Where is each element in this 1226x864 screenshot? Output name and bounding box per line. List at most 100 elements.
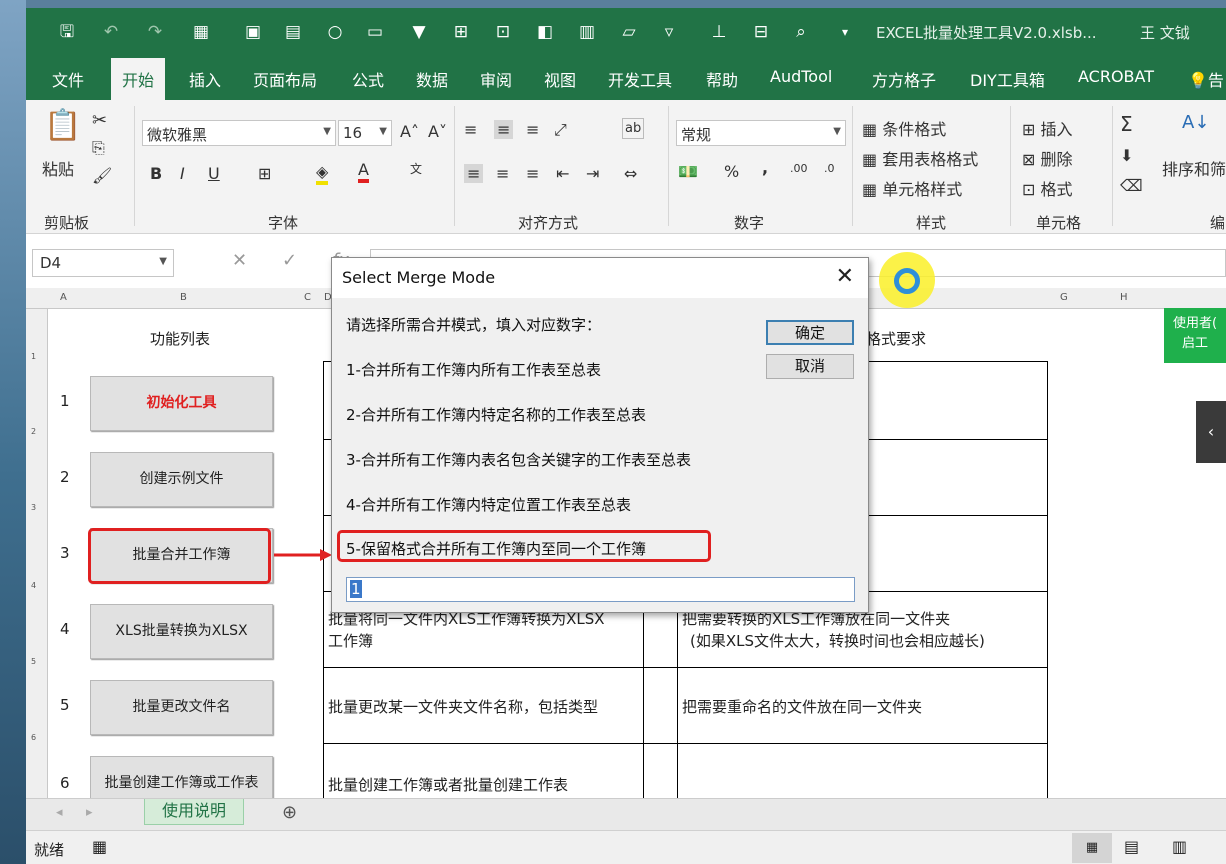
save-icon[interactable]: 🖫 [56, 21, 78, 43]
enter-icon[interactable]: ✓ [282, 250, 297, 271]
column-header-h[interactable]: H [1120, 292, 1128, 303]
folder-icon[interactable]: ▱ [618, 21, 640, 43]
paste-button[interactable]: 粘贴 [42, 156, 74, 180]
increase-decimal-icon[interactable]: .00 [790, 162, 808, 175]
align-center-icon[interactable]: ≡ [496, 164, 509, 183]
font-size-select[interactable]: 16 ▼ [338, 120, 392, 146]
undo-icon[interactable]: ↶ [100, 21, 122, 43]
customize-icon[interactable]: ▾ [834, 21, 856, 43]
cancel-button[interactable]: 取消 [766, 354, 854, 379]
tab-page-layout[interactable]: 页面布局 [253, 67, 317, 91]
merge-center-icon[interactable]: ⇔ [624, 164, 637, 183]
currency-icon[interactable]: 💵 [678, 162, 698, 181]
tab-audtool[interactable]: AudTool [770, 67, 832, 86]
grow-font-icon[interactable]: A˄ [400, 122, 419, 141]
fill-color-icon[interactable]: ◈ [316, 162, 329, 185]
macro-record-icon[interactable]: ▦ [92, 837, 107, 856]
format-cells-button[interactable]: ⊡ 格式 [1022, 176, 1073, 200]
tab-file[interactable]: 文件 [52, 67, 84, 91]
clipboard-icon[interactable]: 📋 [44, 108, 81, 143]
cancel-icon[interactable]: ✕ [232, 250, 247, 271]
merge-mode-input[interactable]: 1 [346, 577, 855, 602]
xls-to-xlsx-button[interactable]: XLS批量转换为XLSX [90, 604, 273, 659]
cut-icon[interactable]: ✂ [92, 110, 107, 131]
underline-button[interactable]: U [208, 164, 220, 183]
list-icon[interactable]: ▥ [576, 21, 598, 43]
increase-indent-icon[interactable]: ⇥ [586, 164, 599, 183]
pin-icon[interactable]: ⊥ [708, 21, 730, 43]
insert-cells-button[interactable]: ⊞ 插入 [1022, 116, 1073, 140]
conditional-format-button[interactable]: ▦ 条件格式 [862, 116, 946, 140]
user-info-button[interactable]: 使用者(启工 [1164, 308, 1226, 363]
next-sheet-icon[interactable]: ▸ [86, 805, 93, 820]
comma-button[interactable]: , [762, 158, 768, 177]
filter-icon[interactable]: ▼ [408, 21, 430, 43]
grid-icon[interactable]: ⊞ [450, 21, 472, 43]
align-left-icon[interactable]: ≡ [464, 164, 484, 183]
page-break-icon[interactable]: ▥ [1172, 837, 1187, 856]
row-header[interactable]: 3 [31, 503, 36, 512]
ok-button[interactable]: 确定 [766, 320, 854, 345]
split-icon[interactable]: ◧ [534, 21, 556, 43]
tab-review[interactable]: 审阅 [480, 67, 512, 91]
font-color-icon[interactable]: A [358, 160, 369, 183]
calc-icon[interactable]: ▤ [282, 21, 304, 43]
borders-icon[interactable]: ⊞ [258, 164, 271, 183]
italic-button[interactable]: I [180, 164, 185, 183]
column-header-c[interactable]: C [304, 292, 311, 303]
row-header[interactable]: 2 [31, 427, 36, 436]
phonetic-icon[interactable]: 文 [410, 160, 422, 177]
add-sheet-icon[interactable]: ⊕ [282, 802, 297, 823]
tab-view[interactable]: 视图 [544, 67, 576, 91]
align-bottom-icon[interactable]: ≡ [526, 120, 539, 139]
sheet-icon[interactable]: ▣ [242, 21, 264, 43]
column-header-g[interactable]: G [1060, 292, 1068, 303]
tab-tell-me[interactable]: 💡告 [1188, 67, 1224, 91]
clear-icon[interactable]: ⌫ [1120, 176, 1143, 195]
delete-cells-button[interactable]: ⊠ 删除 [1022, 146, 1073, 170]
circle-icon[interactable]: ○ [324, 21, 346, 43]
decrease-indent-icon[interactable]: ⇤ [556, 164, 569, 183]
wrap-text-icon[interactable]: ab [622, 118, 645, 139]
redo-icon[interactable]: ↷ [144, 21, 166, 43]
name-box[interactable]: D4 ▼ [32, 249, 174, 277]
row-header[interactable]: 1 [31, 352, 36, 361]
tab-insert[interactable]: 插入 [189, 67, 221, 91]
tab-fangfang[interactable]: 方方格子 [872, 67, 936, 91]
normal-view-icon[interactable]: ▦ [1072, 833, 1112, 863]
tab-diy[interactable]: DIY工具箱 [970, 67, 1045, 91]
autosum-icon[interactable]: Σ [1120, 112, 1133, 136]
prev-sheet-icon[interactable]: ◂ [56, 805, 63, 820]
sheet-tab-usage[interactable]: 使用说明 [144, 799, 244, 825]
page-layout-icon[interactable]: ▤ [1124, 837, 1139, 856]
column-header-b[interactable]: B [180, 292, 187, 303]
format-as-table-button[interactable]: ▦ 套用表格格式 [862, 146, 978, 170]
border-icon[interactable]: ⊟ [750, 21, 772, 43]
sort-filter-icon[interactable]: A↓ [1182, 112, 1209, 133]
font-name-select[interactable]: 微软雅黑 ▼ [142, 120, 336, 146]
sort-filter-button[interactable]: 排序和筛 [1162, 156, 1226, 180]
table-icon[interactable]: ▦ [190, 21, 212, 43]
format-painter-icon[interactable]: 🖌 [92, 166, 112, 185]
align-top-icon[interactable]: ≡ [464, 120, 477, 139]
tab-formulas[interactable]: 公式 [352, 67, 384, 91]
tab-acrobat[interactable]: ACROBAT [1078, 67, 1154, 86]
close-icon[interactable]: ✕ [836, 264, 854, 289]
cell-styles-button[interactable]: ▦ 单元格样式 [862, 176, 962, 200]
create-sample-button[interactable]: 创建示例文件 [90, 452, 273, 507]
copy-icon[interactable]: ⎘ [92, 138, 105, 158]
row-header[interactable]: 4 [31, 581, 36, 590]
tab-developer[interactable]: 开发工具 [608, 67, 672, 91]
align-middle-icon[interactable]: ≡ [494, 120, 514, 139]
row-header[interactable]: 6 [31, 733, 36, 742]
bold-button[interactable]: B [150, 164, 162, 183]
fill-icon[interactable]: ⬇ [1120, 146, 1133, 165]
orientation-icon[interactable]: ⤢ [554, 120, 567, 140]
preview-icon[interactable]: ⌕ [790, 21, 812, 43]
lock-icon[interactable]: ⊡ [492, 21, 514, 43]
tab-data[interactable]: 数据 [416, 67, 448, 91]
number-format-select[interactable]: 常规 ▼ [676, 120, 846, 146]
save-as-icon[interactable]: ▿ [658, 21, 680, 43]
align-right-icon[interactable]: ≡ [526, 164, 539, 183]
collapse-panel-button[interactable]: ‹ [1196, 401, 1226, 463]
